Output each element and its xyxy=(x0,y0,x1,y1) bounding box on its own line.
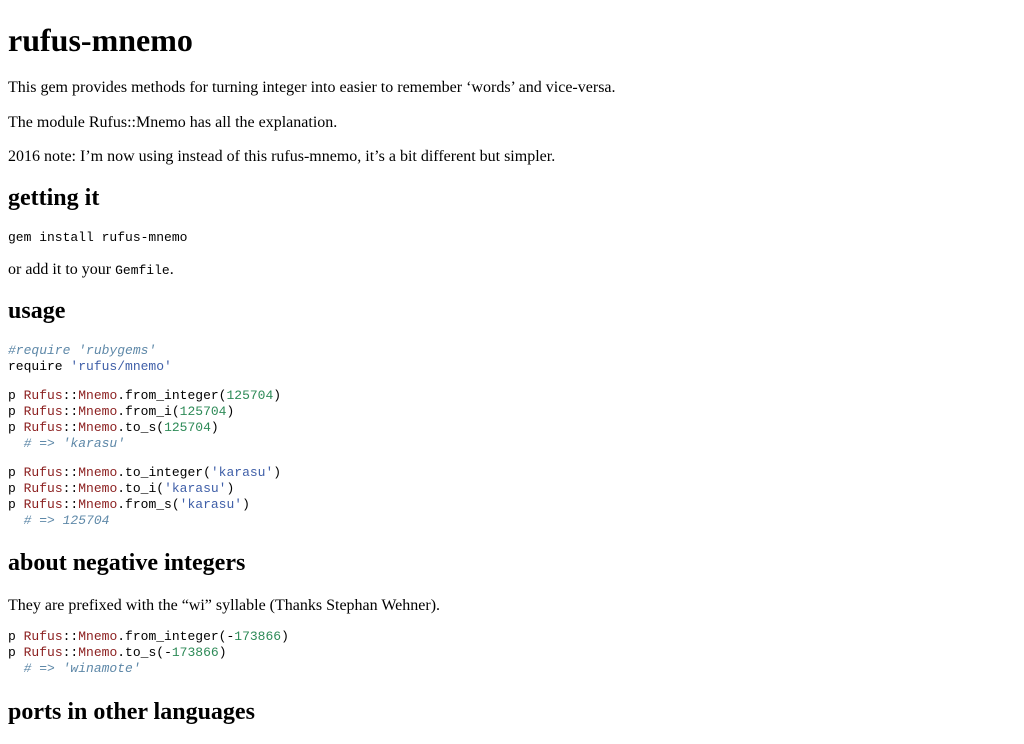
gemfile-code: Gemfile xyxy=(115,263,170,278)
code-token: ) xyxy=(242,497,250,512)
code-token: Mnemo xyxy=(78,465,118,480)
module-paragraph: The module Rufus::Mnemo has all the expl… xyxy=(8,114,338,131)
code-result-comment: # => 'winamote' xyxy=(23,661,141,676)
code-token: :: xyxy=(62,465,79,480)
heading-negative-integers: about negative integers xyxy=(8,550,246,576)
page-title: rufus-mnemo xyxy=(8,22,193,58)
heading-usage: usage xyxy=(8,298,66,324)
code-token: p xyxy=(8,404,24,419)
code-token: ) xyxy=(226,404,235,419)
code-token: 125704 xyxy=(164,420,211,435)
code-token: Rufus xyxy=(23,404,63,419)
code-token: Rufus xyxy=(23,645,63,660)
code-token: ) xyxy=(281,629,289,644)
gemfile-paragraph: or add it to your Gemfile. xyxy=(8,260,174,279)
code-token: .to_s( xyxy=(117,420,165,435)
code-token: Rufus xyxy=(23,420,63,435)
usage-code-from-integer: p Rufus::Mnemo.from_integer(125704) p Ru… xyxy=(8,388,281,452)
code-token: - xyxy=(164,645,172,660)
install-command: gem install rufus-mnemo xyxy=(8,230,188,245)
code-token: .to_s( xyxy=(117,645,165,660)
code-comment: #require 'rubygems' xyxy=(8,343,157,358)
gemfile-suffix: . xyxy=(169,261,174,278)
code-token: Mnemo xyxy=(78,388,118,403)
code-token: 173866 xyxy=(171,645,219,660)
code-token: ) xyxy=(273,388,282,403)
code-token: p xyxy=(8,481,24,496)
code-token: p xyxy=(8,420,24,435)
code-token: Rufus xyxy=(23,481,63,496)
code-token: :: xyxy=(62,388,79,403)
code-token: Mnemo xyxy=(78,420,118,435)
code-token: Mnemo xyxy=(78,481,118,496)
code-token: p xyxy=(8,388,24,403)
usage-code-to-integer: p Rufus::Mnemo.to_integer('karasu') p Ru… xyxy=(8,465,281,529)
negative-code: p Rufus::Mnemo.from_integer(-173866) p R… xyxy=(8,629,289,677)
code-token: :: xyxy=(62,497,79,512)
code-token: Mnemo xyxy=(78,404,118,419)
code-token: Rufus xyxy=(23,629,63,644)
code-token: ) xyxy=(226,481,235,496)
code-token: Rufus xyxy=(23,497,63,512)
gemfile-prefix: or add it to your xyxy=(8,261,116,278)
code-token: .to_integer( xyxy=(117,465,211,480)
code-token: 'karasu' xyxy=(210,465,274,480)
code-token: 'karasu' xyxy=(164,481,227,496)
code-string: 'rufus/mnemo' xyxy=(70,359,172,374)
code-token: p xyxy=(8,465,24,480)
code-token: .to_i( xyxy=(117,481,165,496)
heading-getting-it: getting it xyxy=(8,185,100,211)
code-token: 173866 xyxy=(234,629,282,644)
code-token: Rufus xyxy=(23,388,63,403)
negative-paragraph: They are prefixed with the “wi” syllable… xyxy=(8,597,441,614)
code-token: .from_integer( xyxy=(117,388,227,403)
code-token: ) xyxy=(273,465,282,480)
code-token: :: xyxy=(62,629,79,644)
code-token: p xyxy=(8,497,24,512)
code-token: .from_integer( xyxy=(117,629,227,644)
heading-ports: ports in other languages xyxy=(8,699,255,725)
code-token: .from_s( xyxy=(117,497,180,512)
code-token: ) xyxy=(210,420,219,435)
code-token: ) xyxy=(218,645,227,660)
code-result-comment: # => 125704 xyxy=(23,513,110,528)
code-token: 125704 xyxy=(226,388,274,403)
code-result-comment: # => 'karasu' xyxy=(23,436,126,451)
note-2016-paragraph: 2016 note: I’m now using instead of this… xyxy=(8,148,556,165)
code-keyword: require xyxy=(8,359,71,374)
code-token: 'karasu' xyxy=(179,497,243,512)
code-token: p xyxy=(8,629,24,644)
code-token: 125704 xyxy=(179,404,227,419)
code-token: Mnemo xyxy=(78,629,118,644)
code-token: p xyxy=(8,645,24,660)
code-token: Rufus xyxy=(23,465,63,480)
code-token: :: xyxy=(62,420,79,435)
code-token: .from_i( xyxy=(117,404,180,419)
code-token: :: xyxy=(62,481,79,496)
code-token: Mnemo xyxy=(78,645,118,660)
usage-code-require: #require 'rubygems' require 'rufus/mnemo… xyxy=(8,343,172,375)
code-token: :: xyxy=(62,404,79,419)
intro-paragraph: This gem provides methods for turning in… xyxy=(8,79,616,96)
code-token: :: xyxy=(62,645,79,660)
code-token: Mnemo xyxy=(78,497,118,512)
